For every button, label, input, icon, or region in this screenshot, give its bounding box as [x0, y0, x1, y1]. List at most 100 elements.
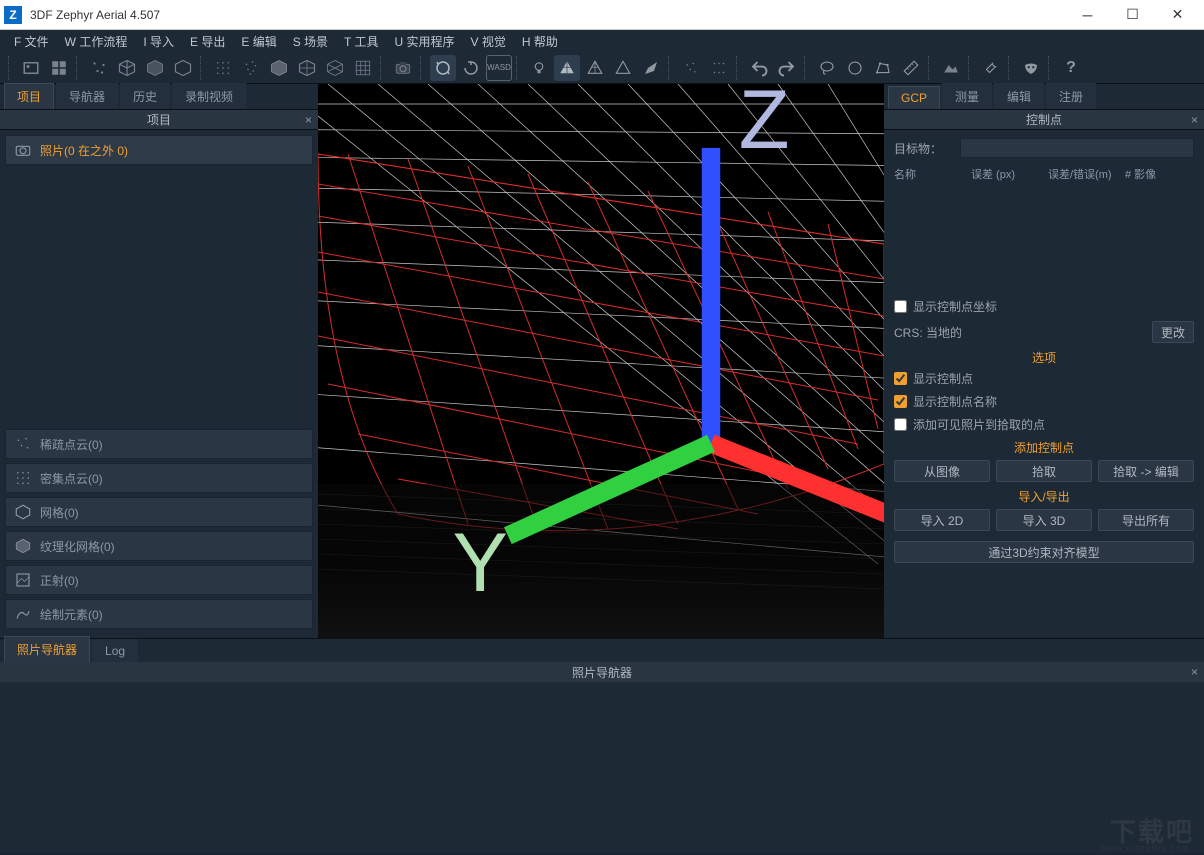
tool-mesh2-icon[interactable]	[294, 55, 320, 81]
bottom-tabs: 照片导航器 Log	[0, 638, 1204, 662]
tab-photo-nav[interactable]: 照片导航器	[4, 636, 90, 662]
target-input[interactable]	[960, 138, 1194, 158]
tab-gcp[interactable]: GCP	[888, 86, 940, 109]
menu-scene[interactable]: S 场景	[287, 31, 334, 52]
align-3d-button[interactable]: 通过3D约束对齐模型	[894, 541, 1194, 563]
tool-cube2-icon[interactable]	[142, 55, 168, 81]
tool-orbit-icon[interactable]	[430, 55, 456, 81]
tree-sparse[interactable]: 稀疏点云(0)	[5, 429, 313, 459]
toolbar: WASD ?	[0, 52, 1204, 84]
crs-change-button[interactable]: 更改	[1152, 321, 1194, 343]
tool-cube1-icon[interactable]	[114, 55, 140, 81]
show-cp-checkbox[interactable]	[894, 372, 907, 385]
show-coords-label: 显示控制点坐标	[913, 298, 997, 315]
tab-log[interactable]: Log	[92, 639, 138, 662]
tool-circle-icon[interactable]	[842, 55, 868, 81]
menu-edit[interactable]: E 编辑	[235, 31, 282, 52]
gcp-column-headers: 名称 误差 (px) 误差/错误(m) # 影像	[894, 166, 1194, 182]
tool-redo-icon[interactable]	[774, 55, 800, 81]
col-img: # 影像	[1125, 166, 1194, 182]
tool-points-a-icon[interactable]	[678, 55, 704, 81]
project-panel-close-icon[interactable]: ×	[305, 113, 312, 127]
menu-utilities[interactable]: U 实用程序	[389, 31, 461, 52]
minimize-button[interactable]: ─	[1065, 1, 1110, 29]
tree-texmesh-label: 纹理化网格(0)	[40, 538, 115, 555]
tree-mesh-label: 网格(0)	[40, 504, 79, 521]
col-name: 名称	[894, 166, 963, 182]
tree-photos[interactable]: 照片(0 在之外 0)	[5, 135, 313, 165]
photo-nav-header: 照片导航器 ×	[0, 662, 1204, 682]
app-icon: Z	[4, 6, 22, 24]
viewport-3d[interactable]: Z X Y	[318, 84, 884, 638]
ortho-icon	[14, 571, 32, 589]
tree-mesh[interactable]: 网格(0)	[5, 497, 313, 527]
tool-mask-icon[interactable]	[1018, 55, 1044, 81]
add-visible-checkbox[interactable]	[894, 418, 907, 431]
tab-project[interactable]: 项目	[4, 83, 54, 109]
tool-mesh3-icon[interactable]	[322, 55, 348, 81]
project-panel-title: 项目	[147, 111, 171, 128]
tool-terrain-icon[interactable]	[938, 55, 964, 81]
show-cp-name-checkbox[interactable]	[894, 395, 907, 408]
tool-dense2-icon[interactable]	[238, 55, 264, 81]
import-3d-button[interactable]: 导入 3D	[996, 509, 1092, 531]
photo-nav-close-icon[interactable]: ×	[1191, 665, 1198, 679]
tool-rotate-icon[interactable]	[458, 55, 484, 81]
tree-draw[interactable]: 绘制元素(0)	[5, 599, 313, 629]
tool-wrench-icon[interactable]	[978, 55, 1004, 81]
menu-file[interactable]: F 文件	[8, 31, 55, 52]
tab-measure[interactable]: 测量	[942, 83, 992, 109]
tree-ortho[interactable]: 正射(0)	[5, 565, 313, 595]
from-image-button[interactable]: 从图像	[894, 460, 990, 482]
tab-edit[interactable]: 编辑	[994, 83, 1044, 109]
tool-lasso-icon[interactable]	[814, 55, 840, 81]
tool-cube3-icon[interactable]	[170, 55, 196, 81]
tab-record[interactable]: 录制视频	[172, 83, 246, 109]
window-title: 3DF Zephyr Aerial 4.507	[30, 8, 1065, 22]
tool-shading2-icon[interactable]	[582, 55, 608, 81]
tool-mesh4-icon[interactable]	[350, 55, 376, 81]
tree-texmesh[interactable]: 纹理化网格(0)	[5, 531, 313, 561]
tool-light-icon[interactable]	[526, 55, 552, 81]
gcp-panel-header: 控制点 ×	[884, 110, 1204, 130]
import-2d-button[interactable]: 导入 2D	[894, 509, 990, 531]
tool-wasd-icon[interactable]: WASD	[486, 55, 512, 81]
menu-help[interactable]: H 帮助	[516, 31, 564, 52]
crs-value: 当地的	[926, 326, 962, 340]
close-button[interactable]: ✕	[1155, 1, 1200, 29]
col-err-px: 误差 (px)	[971, 166, 1040, 182]
menu-workflow[interactable]: W 工作流程	[59, 31, 134, 52]
tool-mesh1-icon[interactable]	[266, 55, 292, 81]
photo-nav-title: 照片导航器	[572, 664, 632, 681]
tab-navigator[interactable]: 导航器	[56, 83, 118, 109]
tool-camera-icon[interactable]	[390, 55, 416, 81]
menu-tools[interactable]: T 工具	[338, 31, 384, 52]
tool-undo-icon[interactable]	[746, 55, 772, 81]
texmesh-icon	[14, 537, 32, 555]
tool-gallery-icon[interactable]	[46, 55, 72, 81]
export-all-button[interactable]: 导出所有	[1098, 509, 1194, 531]
tool-polygon-icon[interactable]	[870, 55, 896, 81]
tool-image-icon[interactable]	[18, 55, 44, 81]
pick-edit-button[interactable]: 拾取 -> 编辑	[1098, 460, 1194, 482]
gcp-panel-close-icon[interactable]: ×	[1191, 113, 1198, 127]
tool-help-icon[interactable]: ?	[1058, 55, 1084, 81]
tool-brush-icon[interactable]	[638, 55, 664, 81]
tool-shading1-icon[interactable]	[554, 55, 580, 81]
tool-points-b-icon[interactable]	[706, 55, 732, 81]
tab-history[interactable]: 历史	[120, 83, 170, 109]
tool-shading3-icon[interactable]	[610, 55, 636, 81]
tool-dense1-icon[interactable]	[210, 55, 236, 81]
gcp-list[interactable]	[894, 188, 1194, 298]
tool-sparse-icon[interactable]	[86, 55, 112, 81]
tab-register[interactable]: 注册	[1046, 83, 1096, 109]
menu-export[interactable]: E 导出	[184, 31, 231, 52]
menu-import[interactable]: I 导入	[137, 31, 180, 52]
tree-dense[interactable]: 密集点云(0)	[5, 463, 313, 493]
pick-button[interactable]: 拾取	[996, 460, 1092, 482]
tool-ruler-icon[interactable]	[898, 55, 924, 81]
show-coords-checkbox[interactable]	[894, 300, 907, 313]
maximize-button[interactable]: ☐	[1110, 1, 1155, 29]
menu-visual[interactable]: V 视觉	[465, 31, 512, 52]
tree-draw-label: 绘制元素(0)	[40, 606, 103, 623]
